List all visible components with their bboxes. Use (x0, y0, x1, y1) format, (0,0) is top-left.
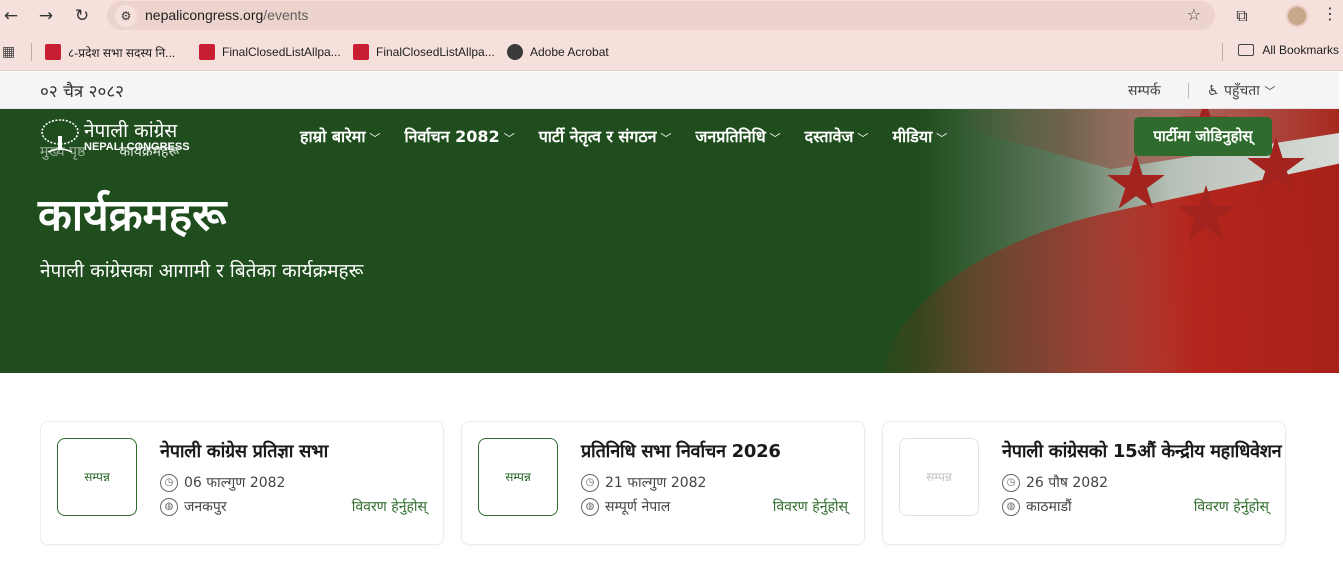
view-details-link[interactable]: विवरण हेर्नुहोस् (773, 497, 848, 516)
event-location: ◍ काठमाडौं (1002, 497, 1072, 516)
status-badge: सम्पन्न (899, 438, 979, 516)
logo-subtext[interactable]: NEPALI CONGRESS (84, 141, 190, 153)
folder-icon (1238, 44, 1255, 56)
bookmark-item[interactable]: FinalClosedListAllpa... (353, 43, 495, 61)
status-badge: सम्पन्न (57, 438, 137, 516)
event-location: ◍ जनकपुर (160, 497, 227, 516)
address-bar[interactable]: ⚙ nepalicongress.org/events ☆ (107, 1, 1215, 30)
browser-menu-icon[interactable]: ⋮ (1322, 4, 1338, 23)
clock-icon: ◷ (160, 473, 178, 492)
browser-toolbar: ← → ↻ ⚙ nepalicongress.org/events ☆ ⧉ ⋮ (0, 0, 1343, 33)
bookmarks-bar: ▦ ८-प्रदेश सभा सदस्य नि... FinalClosedLi… (0, 33, 1343, 71)
chevron-down-icon: ﹀ (1264, 85, 1276, 98)
favicon-icon (45, 44, 61, 60)
chevron-down-icon: ﹀ (857, 132, 869, 145)
event-date: ◷ 06 फाल्गुण 2082 (160, 473, 285, 492)
globe-icon: ◍ (1002, 497, 1020, 516)
back-icon[interactable]: ← (0, 5, 22, 27)
nav-item-election[interactable]: निर्वाचन 2082 ﹀ (404, 125, 514, 147)
event-card[interactable]: सम्पन्न नेपाली कांग्रेस प्रतिज्ञा सभा ◷ 0… (40, 421, 444, 545)
event-card[interactable]: सम्पन्न प्रतिनिधि सभा निर्वाचन 2026 ◷ 21 … (461, 421, 865, 545)
page-subtitle: नेपाली कांग्रेसका आगामी र बितेका कार्यक्… (40, 260, 364, 282)
bookmark-divider (1222, 43, 1223, 61)
acrobat-icon (507, 44, 523, 60)
chevron-down-icon: ﹀ (503, 132, 515, 145)
nav-item-representatives[interactable]: जनप्रतिनिधि ﹀ (696, 125, 781, 147)
accessibility-dropdown[interactable]: ♿ पहुँचता ﹀ (1207, 81, 1275, 100)
current-date: ०२ चैत्र २०८२ (40, 82, 125, 102)
page-title: कार्यक्रमहरू (38, 190, 227, 241)
all-bookmarks-button[interactable]: All Bookmarks (1238, 43, 1339, 57)
profile-avatar[interactable] (1286, 5, 1308, 27)
logo-text[interactable]: नेपाली कांग्रेस (84, 117, 177, 143)
favicon-icon (353, 44, 369, 60)
event-card[interactable]: सम्पन्न नेपाली कांग्रेसको 15औं केन्द्रीय… (882, 421, 1286, 545)
url-text[interactable]: nepalicongress.org/events (145, 7, 308, 23)
chevron-down-icon: ﹀ (660, 132, 672, 145)
nav-item-about[interactable]: हाम्रो बारेमा ﹀ (300, 125, 380, 147)
chevron-down-icon: ﹀ (369, 132, 381, 145)
status-badge: सम्पन्न (478, 438, 558, 516)
bookmark-item[interactable]: FinalClosedListAllpa... (199, 43, 341, 61)
main-navigation: हाम्रो बारेमा ﹀ निर्वाचन 2082 ﹀ पार्टी नेत… (300, 125, 971, 147)
chevron-down-icon: ﹀ (769, 132, 781, 145)
accessibility-icon: ♿ (1207, 83, 1225, 99)
bookmark-item[interactable]: ८-प्रदेश सभा सदस्य नि... (45, 43, 175, 61)
clock-icon: ◷ (1002, 473, 1020, 492)
event-title[interactable]: नेपाली कांग्रेस प्रतिज्ञा सभा (160, 439, 328, 463)
event-title[interactable]: प्रतिनिधि सभा निर्वाचन 2026 (581, 439, 781, 463)
event-title[interactable]: नेपाली कांग्रेसको 15औं केन्द्रीय महाधिवे… (1002, 439, 1282, 463)
site-topbar: ०२ चैत्र २०८२ सम्पर्क ♿ पहुँचता ﹀ (0, 72, 1339, 109)
topbar-divider (1188, 83, 1189, 98)
favicon-icon (199, 44, 215, 60)
view-details-link[interactable]: विवरण हेर्नुहोस् (1194, 497, 1269, 516)
event-date: ◷ 26 पौष 2082 (1002, 473, 1108, 492)
join-party-button[interactable]: पार्टीमा जोडिनुहोस् (1134, 117, 1272, 156)
clock-icon: ◷ (581, 473, 599, 492)
bookmark-item[interactable]: Adobe Acrobat (507, 43, 609, 61)
chevron-down-icon: ﹀ (936, 132, 948, 145)
bookmark-divider (31, 43, 32, 61)
forward-icon[interactable]: → (35, 5, 57, 27)
contact-link[interactable]: सम्पर्क (1128, 81, 1161, 100)
view-details-link[interactable]: विवरण हेर्नुहोस् (352, 497, 427, 516)
reload-icon[interactable]: ↻ (71, 5, 93, 27)
breadcrumb-home[interactable]: मुख्य पृष्ठ (40, 144, 85, 160)
apps-grid-icon[interactable]: ▦ (2, 44, 15, 60)
event-date: ◷ 21 फाल्गुण 2082 (581, 473, 706, 492)
extensions-icon[interactable]: ⧉ (1232, 6, 1252, 26)
site-info-icon[interactable]: ⚙ (115, 5, 137, 27)
nav-item-leadership[interactable]: पार्टी नेतृत्व र संगठन ﹀ (539, 125, 672, 147)
globe-icon: ◍ (160, 497, 178, 516)
nav-item-documents[interactable]: दस्तावेज ﹀ (805, 125, 869, 147)
nav-item-media[interactable]: मीडिया ﹀ (892, 125, 947, 147)
globe-icon: ◍ (581, 497, 599, 516)
event-location: ◍ सम्पूर्ण नेपाल (581, 497, 670, 516)
bookmark-star-icon[interactable]: ☆ (1187, 5, 1201, 24)
